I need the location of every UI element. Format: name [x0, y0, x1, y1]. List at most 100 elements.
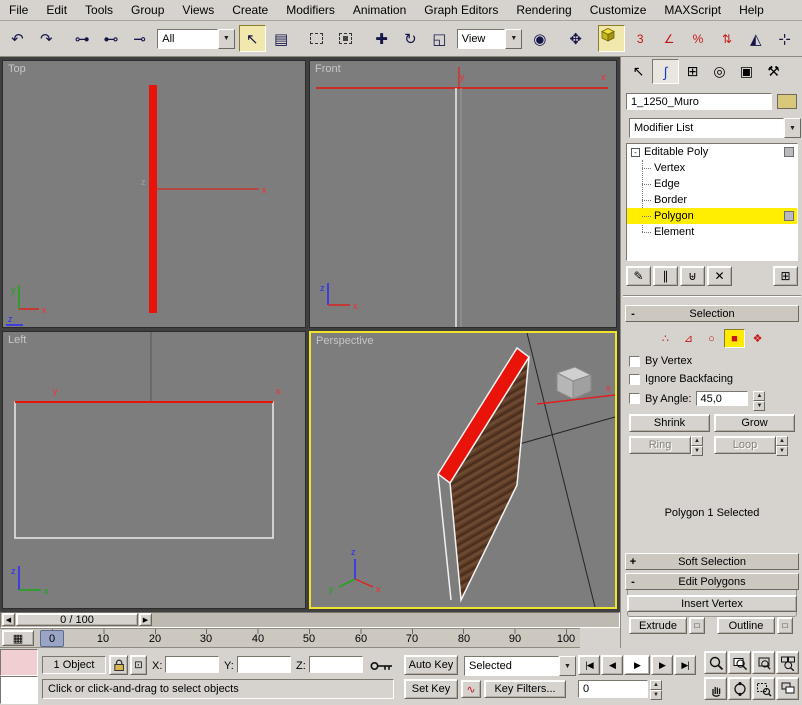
viewport-top[interactable]: Top z x y x z [2, 60, 306, 328]
absolute-offset-mode-toggle[interactable]: ⊡ [130, 655, 147, 675]
min-max-toggle-button[interactable] [776, 677, 799, 700]
tab-utilities[interactable]: ⚒ [760, 59, 787, 84]
edge-subobject-button[interactable]: ⊿ [678, 329, 699, 348]
time-slider-right-arrow[interactable]: ▶ [139, 613, 152, 626]
stack-item-edge[interactable]: Edge [627, 176, 797, 192]
menu-create[interactable]: Create [223, 1, 277, 19]
menu-edit[interactable]: Edit [37, 1, 76, 19]
use-pivot-point-center-button[interactable]: ◉ [526, 25, 553, 52]
vertex-subobject-button[interactable]: ∴ [655, 329, 676, 348]
undo-button[interactable]: ↶ [4, 25, 31, 52]
menu-tools[interactable]: Tools [76, 1, 122, 19]
dropdown-arrow-icon[interactable]: ▼ [784, 118, 801, 138]
zoom-extents-all-button[interactable] [776, 651, 799, 674]
grow-button[interactable]: Grow [714, 414, 795, 432]
tab-modify[interactable]: ∫ [652, 59, 679, 84]
ring-button[interactable]: Ring [629, 436, 691, 454]
previous-frame-button[interactable]: ◀ [601, 655, 623, 675]
viewport-front-label[interactable]: Front [315, 63, 341, 75]
tab-display[interactable]: ▣ [733, 59, 760, 84]
menu-maxscript[interactable]: MAXScript [655, 1, 730, 19]
object-name-field[interactable]: 1_1250_Muro [626, 93, 772, 110]
time-slider-left-arrow[interactable]: ◀ [2, 613, 15, 626]
insert-vertex-button[interactable]: Insert Vertex [627, 595, 797, 612]
selection-rollout-header[interactable]: - Selection [625, 305, 799, 322]
go-to-end-button[interactable]: ▶| [674, 655, 696, 675]
viewport-perspective-label[interactable]: Perspective [316, 335, 373, 347]
maxscript-mini-listener-macro[interactable] [0, 649, 38, 676]
menu-modifiers[interactable]: Modifiers [277, 1, 344, 19]
zoom-all-button[interactable] [728, 651, 751, 674]
maxscript-mini-listener[interactable] [0, 676, 38, 704]
collapse-icon[interactable]: - [631, 148, 640, 157]
edit-polygons-rollout-header[interactable]: - Edit Polygons [625, 573, 799, 590]
show-end-result-button[interactable]: ∥ [653, 266, 678, 286]
viewport-top-label[interactable]: Top [8, 63, 26, 75]
menu-file[interactable]: File [0, 1, 37, 19]
viewport-front[interactable]: Front y x z x [309, 60, 617, 328]
loop-button[interactable]: Loop [714, 436, 776, 454]
play-animation-button[interactable]: ▶ [624, 655, 650, 675]
pin-stack-button[interactable]: ✎ [626, 266, 651, 286]
menu-rendering[interactable]: Rendering [507, 1, 580, 19]
key-mode-dropdown[interactable]: Selected ▼ [464, 656, 576, 676]
angle-snap-toggle[interactable]: ∠ [656, 25, 683, 52]
auto-key-button[interactable]: Auto Key [404, 655, 458, 675]
set-key-button[interactable]: Set Key [404, 679, 458, 699]
ignore-backfacing-checkbox[interactable]: Ignore Backfacing [629, 373, 733, 385]
select-by-name-button[interactable]: ▤ [268, 25, 295, 52]
stack-item-editable-poly[interactable]: - Editable Poly [627, 144, 797, 160]
rectangular-selection-region-button[interactable] [303, 25, 330, 52]
stack-item-widget[interactable] [784, 211, 794, 221]
tab-motion[interactable]: ◎ [706, 59, 733, 84]
current-frame-field[interactable]: 0 [578, 680, 648, 698]
select-and-scale-button[interactable]: ◱ [426, 25, 453, 52]
dropdown-arrow-icon[interactable]: ▼ [218, 29, 235, 49]
border-subobject-button[interactable]: ○ [701, 329, 722, 348]
tab-create[interactable]: ↖ [625, 59, 652, 84]
spinner-snap-toggle[interactable]: ⇅ [713, 25, 740, 52]
extrude-button[interactable]: Extrude [629, 617, 687, 634]
stack-item-polygon[interactable]: Polygon [627, 208, 797, 224]
snaps-toggle-button[interactable] [598, 25, 625, 52]
snap-3d-button[interactable]: 3 [627, 25, 654, 52]
selection-lock-toggle[interactable] [109, 655, 128, 675]
checkbox-box[interactable] [629, 356, 640, 367]
modifier-list-dropdown[interactable]: Modifier List ▼ [629, 118, 801, 138]
align-button[interactable]: ⊹ [771, 25, 798, 52]
menu-help[interactable]: Help [730, 1, 773, 19]
menu-graph-editors[interactable]: Graph Editors [415, 1, 507, 19]
select-and-manipulate-button[interactable]: ✥ [562, 25, 589, 52]
window-crossing-toggle[interactable] [332, 25, 359, 52]
checkbox-box[interactable] [629, 374, 640, 385]
zoom-region-button[interactable] [752, 677, 775, 700]
time-slider-track[interactable]: ◀ 0 / 100 ▶ [0, 612, 620, 628]
mirror-button[interactable]: ◭ [742, 25, 769, 52]
viewport-left[interactable]: Left y x z x [2, 331, 306, 609]
angle-value-field[interactable]: 45,0 [696, 391, 748, 406]
dropdown-arrow-icon[interactable]: ▼ [505, 29, 522, 49]
ring-spinner[interactable]: ▲▼ [691, 436, 703, 454]
z-coordinate-field[interactable] [309, 656, 363, 673]
select-and-link-button[interactable]: ⊶ [69, 25, 96, 52]
selection-filter-dropdown[interactable]: All ▼ [157, 29, 235, 49]
by-angle-checkbox[interactable] [629, 393, 640, 404]
stack-item-vertex[interactable]: Vertex [627, 160, 797, 176]
viewport-left-label[interactable]: Left [8, 334, 26, 346]
shrink-button[interactable]: Shrink [629, 414, 710, 432]
menu-customize[interactable]: Customize [581, 1, 656, 19]
tab-hierarchy[interactable]: ⊞ [679, 59, 706, 84]
angle-spinner[interactable]: ▲▼ [753, 391, 765, 406]
select-object-button[interactable]: ↖ [239, 25, 266, 52]
remove-modifier-button[interactable]: ✕ [707, 266, 732, 286]
unlink-selection-button[interactable]: ⊷ [98, 25, 125, 52]
reference-coordinate-system-dropdown[interactable]: View ▼ [457, 29, 523, 49]
menu-animation[interactable]: Animation [344, 1, 415, 19]
element-subobject-button[interactable]: ❖ [747, 329, 768, 348]
object-color-swatch[interactable] [777, 94, 797, 109]
outline-button[interactable]: Outline [717, 617, 775, 634]
time-slider-handle[interactable]: 0 / 100 [16, 613, 138, 626]
extrude-settings-button[interactable]: □ [689, 617, 705, 634]
open-mini-curve-editor-button[interactable]: ▦ [2, 630, 34, 646]
zoom-extents-button[interactable] [752, 651, 775, 674]
